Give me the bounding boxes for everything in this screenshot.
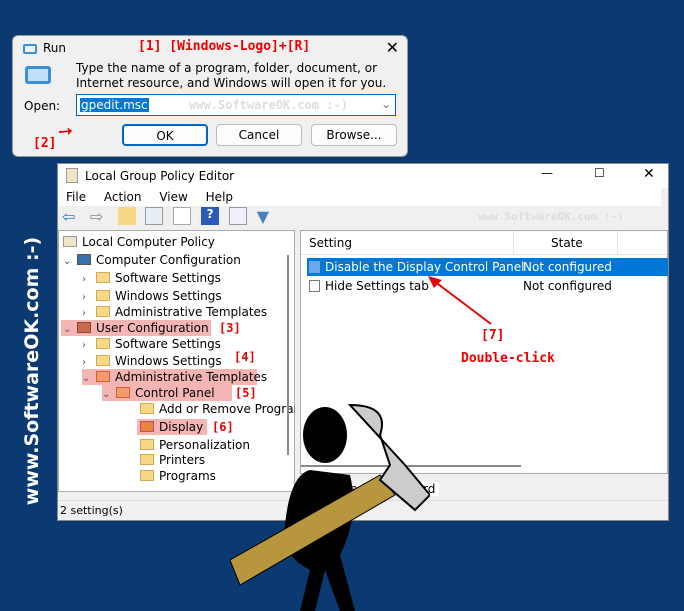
annotation-4: [4] — [234, 350, 256, 364]
double-click-annotation: Double-click — [461, 351, 555, 366]
show-hide-tree-icon[interactable] — [145, 207, 164, 225]
status-text: 2 setting(s) — [60, 504, 123, 517]
open-value: gpedit.msc — [80, 98, 149, 112]
annotation-1: [1] [Windows-Logo]+[R] — [138, 39, 311, 54]
folder-icon — [140, 439, 154, 450]
policy-setting-icon — [309, 280, 320, 292]
folder-icon — [96, 290, 110, 301]
minimize-button[interactable]: — — [541, 166, 553, 180]
open-input[interactable]: gpedit.msc www.SoftwareOK.com :-) ⌄ — [76, 94, 396, 116]
menu-view[interactable]: View — [159, 190, 187, 204]
tree-windows-settings[interactable]: › Windows Settings — [82, 288, 222, 304]
up-folder-icon[interactable] — [117, 207, 136, 225]
run-title: Run — [43, 41, 67, 55]
browse-button[interactable]: Browse... — [311, 124, 397, 146]
folder-open-icon — [96, 371, 110, 382]
annotation-3: [3] — [219, 321, 241, 335]
policy-icon — [63, 236, 77, 247]
folder-icon — [140, 421, 154, 432]
annotation-7: [7] — [481, 328, 505, 343]
menu-bar: File Action View Help — [58, 188, 661, 206]
maximize-button[interactable]: ☐ — [594, 166, 605, 180]
field-watermark: www.SoftwareOK.com :-) — [189, 98, 348, 112]
user-icon — [77, 322, 91, 333]
list-header: Setting State — [301, 231, 667, 255]
tree-programs[interactable]: Programs — [140, 468, 216, 484]
window-title: Local Group Policy Editor — [85, 169, 235, 183]
hammer-man-illustration — [230, 403, 430, 611]
chevron-down-icon[interactable]: ⌄ — [381, 97, 391, 111]
close-button[interactable]: ✕ — [386, 38, 399, 57]
run-description: Type the name of a program, folder, docu… — [76, 61, 387, 90]
column-state[interactable]: State — [551, 236, 583, 250]
open-label: Open: — [24, 99, 61, 113]
policy-scroll-icon — [66, 168, 78, 183]
tree-printers[interactable]: Printers — [140, 452, 205, 468]
title-bar: Local Group Policy Editor — ☐ ✕ — [58, 164, 668, 188]
tree-software-settings[interactable]: › Software Settings — [82, 270, 221, 286]
back-icon[interactable]: ⇦ — [62, 207, 80, 226]
cancel-button[interactable]: Cancel — [216, 124, 302, 146]
tree-administrative-templates[interactable]: › Administrative Templates — [82, 304, 267, 320]
help-icon[interactable]: ? — [201, 207, 220, 225]
arrow-icon: ➚ — [53, 118, 79, 145]
ok-button[interactable]: OK — [122, 124, 208, 146]
arrow-icon — [428, 276, 492, 325]
run-icon — [23, 44, 37, 54]
tree-user-configuration[interactable]: ⌄ User Configuration — [61, 320, 211, 336]
run-large-icon — [25, 66, 51, 84]
list-row-disable-display[interactable]: Disable the Display Control Panel Not co… — [307, 258, 668, 276]
close-button[interactable]: ✕ — [643, 166, 655, 182]
tree-user-software-settings[interactable]: › Software Settings — [82, 336, 221, 352]
chevron-down-icon: ⌄ — [63, 256, 72, 267]
tree-root[interactable]: Local Computer Policy — [63, 234, 215, 250]
folder-icon — [140, 454, 154, 465]
tree-display[interactable]: Display — [137, 419, 207, 435]
menu-action[interactable]: Action — [104, 190, 142, 204]
policy-setting-icon — [309, 261, 320, 273]
forward-icon[interactable]: ⇨ — [90, 207, 108, 226]
folder-icon — [96, 338, 110, 349]
tree-computer-configuration[interactable]: ⌄ Computer Configuration — [63, 252, 241, 268]
export-list-icon[interactable] — [173, 207, 192, 225]
folder-icon — [140, 403, 154, 414]
menu-help[interactable]: Help — [206, 190, 233, 204]
column-setting[interactable]: Setting — [309, 236, 352, 250]
computer-icon — [77, 254, 91, 265]
menu-file[interactable]: File — [66, 190, 86, 204]
annotation-2: [2] — [33, 136, 57, 151]
tree-control-panel[interactable]: ⌄ Control Panel — [102, 385, 232, 401]
run-dialog: Run [1] [Windows-Logo]+[R] ✕ Type the na… — [12, 35, 408, 157]
filter-icon[interactable]: ▼ — [257, 207, 275, 226]
folder-icon — [96, 355, 110, 366]
side-watermark: www.SoftwareOK.com :-) — [21, 236, 43, 506]
toolbar: ⇦ ⇨ ? ▼ — [62, 207, 281, 229]
properties-icon[interactable] — [228, 207, 247, 225]
folder-icon — [96, 272, 110, 283]
folder-icon — [96, 306, 110, 317]
folder-icon — [140, 470, 154, 481]
watermark-text: www.SoftwareOK.com :-) — [478, 210, 624, 223]
tree-user-administrative-templates[interactable]: ⌄ Administrative Templates — [82, 369, 267, 385]
tree-user-windows-settings[interactable]: › Windows Settings — [82, 353, 222, 369]
folder-open-icon — [116, 387, 130, 398]
